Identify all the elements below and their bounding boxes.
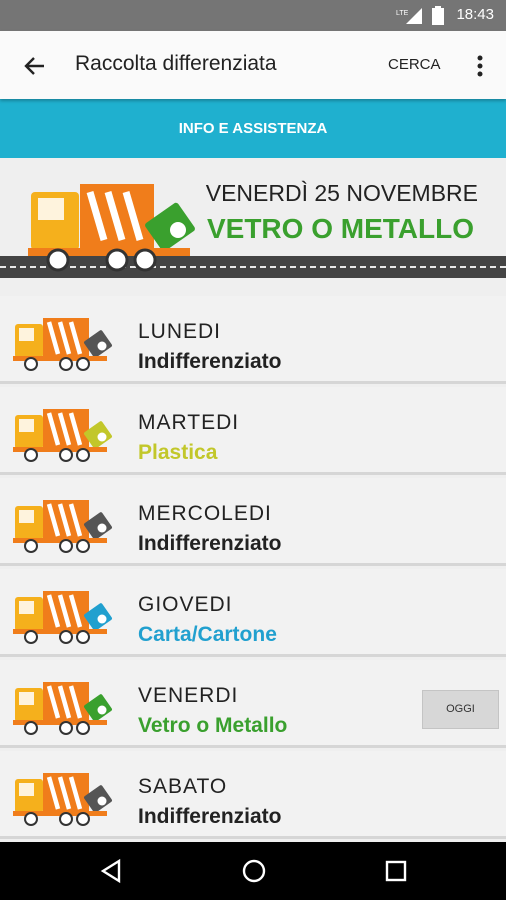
day-label: GIOVEDI bbox=[138, 593, 233, 616]
back-arrow-icon[interactable] bbox=[20, 51, 50, 81]
day-label: MARTEDI bbox=[138, 411, 240, 434]
schedule-row[interactable]: MERCOLEDI Indifferenziato bbox=[0, 478, 506, 566]
info-assistance-button[interactable]: INFO E ASSISTENZA bbox=[0, 99, 506, 158]
day-label: LUNEDI bbox=[138, 320, 222, 343]
schedule-row[interactable]: VENERDI Vetro o Metallo OGGI bbox=[0, 660, 506, 748]
truck-icon bbox=[13, 318, 112, 371]
schedule-list: LUNEDI Indifferenziato MARTEDI Plastica MERC… bbox=[0, 296, 506, 842]
schedule-row[interactable]: LUNEDI Indifferenziato bbox=[0, 296, 506, 384]
truck-icon bbox=[13, 682, 112, 735]
waste-type-label: Indifferenziato bbox=[138, 532, 282, 555]
battery-icon bbox=[432, 6, 444, 25]
more-vert-icon[interactable] bbox=[470, 51, 490, 81]
app-bar: Raccolta differenziata CERCA bbox=[0, 31, 506, 99]
system-nav-bar bbox=[0, 842, 506, 900]
page-title: Raccolta differenziata bbox=[75, 52, 277, 75]
truck-icon bbox=[28, 184, 195, 272]
schedule-row[interactable]: MARTEDI Plastica bbox=[0, 387, 506, 475]
today-waste-type: VETRO O METALLO bbox=[206, 213, 474, 244]
waste-type-label: Indifferenziato bbox=[138, 805, 282, 828]
truck-icon bbox=[13, 773, 112, 826]
waste-type-label: Indifferenziato bbox=[138, 350, 282, 373]
today-button[interactable]: OGGI bbox=[422, 690, 499, 729]
waste-type-label: Vetro o Metallo bbox=[138, 714, 288, 737]
schedule-row[interactable]: SABATO Indifferenziato bbox=[0, 751, 506, 839]
lte-signal-icon: LTE bbox=[396, 8, 422, 24]
nav-home-icon[interactable] bbox=[240, 857, 268, 885]
today-date: VENERDÌ 25 NOVEMBRE bbox=[205, 180, 478, 206]
truck-icon bbox=[13, 409, 112, 462]
search-button[interactable]: CERCA bbox=[388, 56, 441, 73]
day-label: MERCOLEDI bbox=[138, 502, 272, 525]
schedule-row[interactable]: GIOVEDI Carta/Cartone bbox=[0, 569, 506, 657]
today-banner: VENERDÌ 25 NOVEMBRE VETRO O METALLO bbox=[0, 158, 506, 282]
waste-type-label: Carta/Cartone bbox=[138, 623, 277, 646]
waste-type-label: Plastica bbox=[138, 441, 218, 464]
day-label: SABATO bbox=[138, 775, 228, 798]
status-bar: LTE 18:43 bbox=[0, 0, 506, 31]
day-label: VENERDI bbox=[138, 684, 239, 707]
network-label: LTE bbox=[396, 10, 409, 17]
nav-recents-icon[interactable] bbox=[382, 857, 410, 885]
truck-icon bbox=[13, 591, 112, 644]
status-time: 18:43 bbox=[456, 6, 494, 23]
truck-icon bbox=[13, 500, 112, 553]
nav-back-icon[interactable] bbox=[97, 857, 125, 885]
